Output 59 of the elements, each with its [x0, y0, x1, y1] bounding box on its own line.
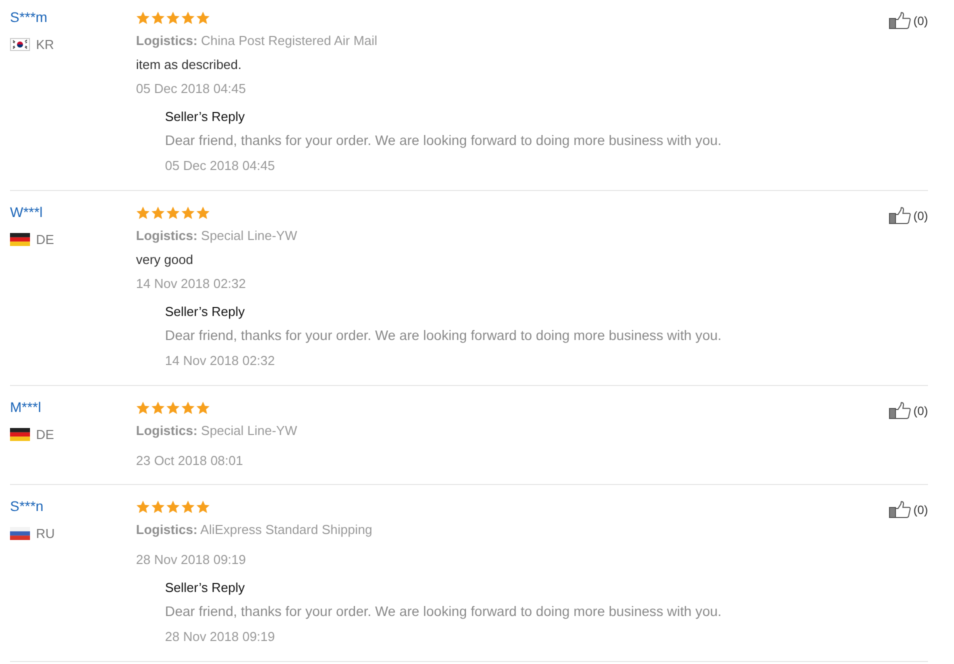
reply-date: 14 Nov 2018 02:32 — [165, 352, 275, 370]
logistics-info: Logistics: Special Line-YW — [136, 227, 298, 245]
like-button[interactable]: (0) — [889, 204, 928, 227]
logistics-info: Logistics: Special Line-YW — [136, 422, 298, 440]
logistics-info: Logistics: AliExpress Standard Shipping — [136, 521, 372, 539]
reply-heading: Seller’s Reply — [165, 579, 245, 597]
flag-icon — [10, 233, 30, 246]
reply-date: 28 Nov 2018 09:19 — [165, 628, 275, 646]
reply-text: Dear friend, thanks for your order. We are looking forward to doing more business with you. — [165, 132, 722, 150]
reviewer-name[interactable]: M***l — [10, 396, 42, 419]
star-icon — [136, 206, 150, 220]
star-icon — [136, 500, 150, 514]
reviewer-name[interactable]: S***m — [10, 6, 48, 29]
country-code: DE — [36, 427, 54, 442]
star-icon — [151, 10, 165, 24]
thumbs-up-icon — [889, 501, 912, 518]
review-text: very good — [136, 251, 194, 269]
review-text: item as described. — [136, 56, 242, 74]
reply-heading: Seller’s Reply — [165, 303, 245, 321]
review-date: 28 Nov 2018 09:19 — [136, 551, 246, 569]
like-button[interactable]: (0) — [889, 9, 928, 32]
star-icon — [196, 400, 210, 414]
like-button[interactable]: (0) — [889, 399, 928, 422]
star-icon — [136, 10, 150, 24]
review-date: 14 Nov 2018 02:32 — [136, 275, 246, 293]
country-code: RU — [36, 526, 55, 541]
reply-text: Dear friend, thanks for your order. We are looking forward to doing more business with you. — [165, 603, 722, 621]
star-icon — [196, 500, 210, 514]
star-icon — [166, 500, 180, 514]
star-icon — [166, 10, 180, 24]
star-icon — [166, 400, 180, 414]
star-icon — [181, 500, 195, 514]
star-icon — [151, 206, 165, 220]
logistics-info: Logistics: China Post Registered Air Mail — [136, 32, 378, 50]
flag-icon — [10, 428, 30, 441]
flag-icon — [10, 527, 30, 540]
star-icon — [136, 400, 150, 414]
star-icon — [196, 206, 210, 220]
country-code: DE — [36, 232, 54, 247]
star-icon — [181, 206, 195, 220]
star-icon — [151, 500, 165, 514]
country-code: KR — [36, 37, 54, 52]
reviewer-name[interactable]: W***l — [10, 201, 43, 224]
reviewer-name[interactable]: S***n — [10, 495, 44, 518]
star-icon — [151, 400, 165, 414]
star-icon — [166, 206, 180, 220]
thumbs-up-icon — [889, 207, 912, 224]
thumbs-up-icon — [889, 12, 912, 29]
review-date: 05 Dec 2018 04:45 — [136, 80, 246, 98]
flag-icon — [10, 38, 30, 51]
reply-date: 05 Dec 2018 04:45 — [165, 157, 275, 175]
like-button[interactable]: (0) — [889, 498, 928, 521]
thumbs-up-icon — [889, 402, 912, 419]
reply-heading: Seller’s Reply — [165, 108, 245, 126]
star-icon — [181, 10, 195, 24]
review-date: 23 Oct 2018 08:01 — [136, 452, 243, 470]
star-icon — [196, 10, 210, 24]
star-icon — [181, 400, 195, 414]
reply-text: Dear friend, thanks for your order. We are looking forward to doing more business with you. — [165, 327, 722, 345]
